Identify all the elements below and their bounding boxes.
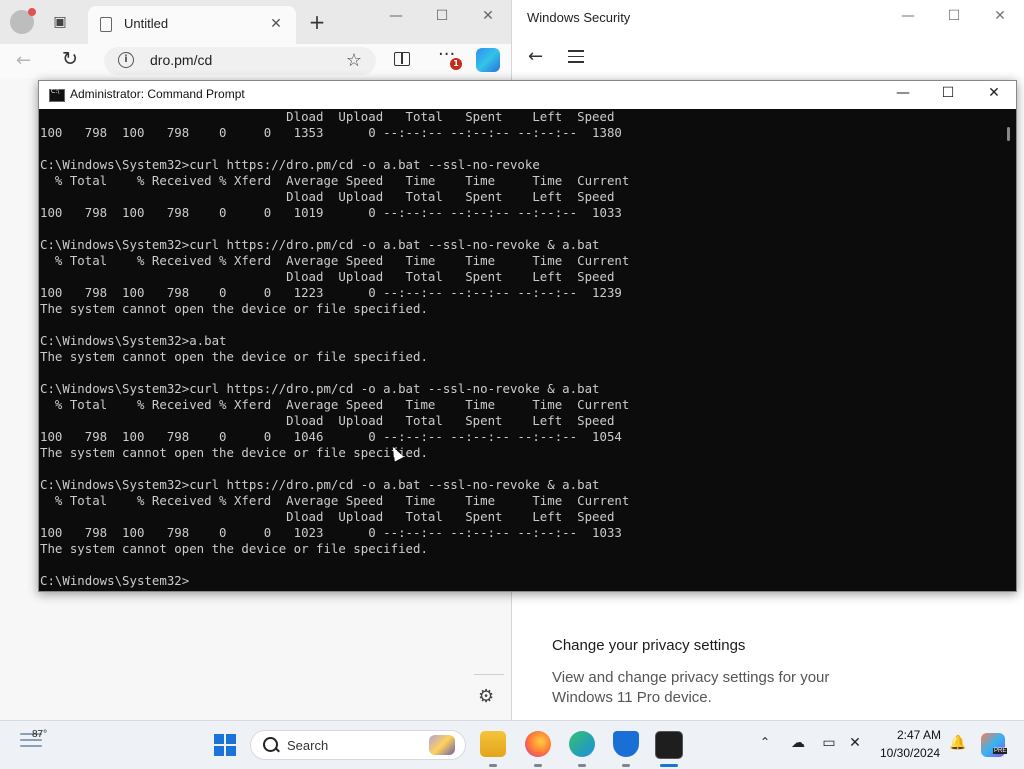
hamburger-menu-icon[interactable] [568,50,584,67]
command-prompt-window: Administrator: Command Prompt — ☐ ✕ Dloa… [38,80,1017,592]
search-icon [263,737,278,752]
url-text[interactable]: dro.pm/cd [150,52,212,68]
browser-close-button[interactable]: ✕ [476,8,500,24]
cmd-minimize-button[interactable]: — [890,85,916,101]
page-icon [100,17,112,32]
terminal-active-indicator [660,764,678,767]
windows-security-icon[interactable] [613,731,639,757]
browser-tab[interactable]: Untitled ✕ [88,6,296,44]
browser-toolbar: ← ↻ i dro.pm/cd ☆ ··· 1 [0,44,511,78]
security-window-title: Windows Security [527,10,631,25]
back-arrow-icon[interactable]: ← [16,50,31,71]
security-back-arrow-icon[interactable]: ← [528,46,543,67]
taskbar-search-box[interactable]: Search [250,730,466,760]
copilot-pre-badge: PRE [993,748,1008,754]
file-explorer-running-indicator [489,764,497,767]
clock-date[interactable]: 10/30/2024 [880,746,940,760]
network-icon[interactable]: ▭ [820,735,838,751]
refresh-icon[interactable]: ↻ [62,48,78,70]
show-hidden-icons-chevron-icon[interactable]: ⌃ [760,735,770,749]
site-info-icon[interactable]: i [118,52,134,68]
cmd-scrollbar-thumb[interactable] [1007,127,1010,141]
security-maximize-button[interactable]: ☐ [942,8,966,24]
clock-time[interactable]: 2:47 AM [897,728,941,742]
search-label: Search [287,738,329,753]
privacy-settings-link[interactable]: Change your privacy settings [552,637,745,654]
cmd-close-button[interactable]: ✕ [981,85,1007,101]
firefox-icon[interactable] [525,731,551,757]
taskbar: 87° Search ⌃ ☁ ▭ ✕ 2:47 AM 10/30/2024 🔔 … [0,720,1024,769]
address-bar[interactable]: i dro.pm/cd ☆ [104,47,376,75]
volume-muted-icon[interactable]: ✕ [846,735,864,751]
onedrive-cloud-icon[interactable]: ☁ [789,735,807,751]
terminal-icon[interactable] [655,731,683,759]
tab-actions-icon[interactable]: ▣ [48,12,72,32]
cmd-window-title: Administrator: Command Prompt [70,87,245,101]
edge-icon[interactable] [569,731,595,757]
browser-maximize-button[interactable]: ☐ [430,8,454,24]
edge-running-indicator [578,764,586,767]
browser-tab-bar: ▣ Untitled ✕ + — ☐ ✕ [0,0,511,44]
new-tab-button[interactable]: + [306,12,328,34]
notification-bell-icon[interactable]: 🔔 [949,735,966,751]
cmd-scrollbar[interactable] [1000,109,1016,591]
cmd-app-icon [49,88,65,102]
browser-minimize-button[interactable]: — [384,8,408,24]
favorite-star-icon[interactable]: ☆ [346,50,362,71]
cmd-title-bar[interactable]: Administrator: Command Prompt — ☐ ✕ [39,81,1016,109]
file-explorer-icon[interactable] [480,731,506,757]
settings-gear-icon[interactable]: ⚙ [478,686,494,707]
start-button[interactable] [214,734,236,756]
search-highlight-icon[interactable] [429,735,455,755]
cmd-text[interactable]: Dload Upload Total Spent Left Speed 100 … [39,109,999,589]
weather-temperature[interactable]: 87° [32,729,47,740]
cmd-console-output[interactable]: Dload Upload Total Spent Left Speed 100 … [39,109,999,591]
cmd-maximize-button[interactable]: ☐ [935,85,961,101]
firefox-running-indicator [534,764,542,767]
security-close-button[interactable]: ✕ [988,8,1012,24]
security-minimize-button[interactable]: — [896,8,920,24]
split-screen-icon[interactable] [394,52,410,66]
notification-badge: 1 [450,58,462,70]
copilot-icon[interactable] [476,48,500,72]
privacy-settings-description: View and change privacy settings for you… [552,669,830,706]
sidebar-divider [474,674,504,675]
profile-avatar-icon[interactable] [10,8,36,34]
tab-title: Untitled [124,16,169,31]
close-tab-button[interactable]: ✕ [266,14,286,34]
windows-security-running-indicator [622,764,630,767]
